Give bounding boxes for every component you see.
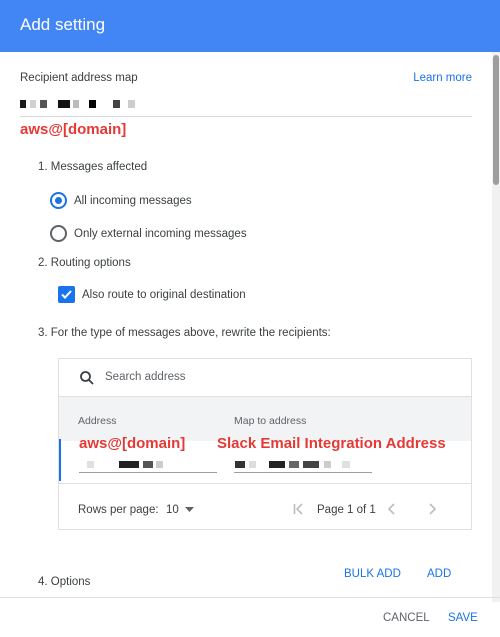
row-divider: [59, 483, 471, 484]
bulk-add-button[interactable]: BULK ADD: [344, 568, 401, 580]
search-icon: [80, 371, 94, 385]
radio-only-external[interactable]: [50, 225, 67, 242]
step-routing-options: 2. Routing options: [38, 257, 131, 269]
checkbox-label-route-original[interactable]: Also route to original destination: [82, 289, 246, 301]
step-options: 4. Options: [38, 576, 91, 588]
rows-per-page-select[interactable]: 10: [166, 502, 196, 518]
footer-divider: [0, 597, 500, 598]
cancel-button[interactable]: CANCEL: [383, 612, 430, 624]
first-page-icon[interactable]: [292, 502, 306, 516]
learn-more-link[interactable]: Learn more: [413, 72, 472, 84]
radio-all-incoming[interactable]: [50, 192, 67, 209]
radio-label-all-incoming[interactable]: All incoming messages: [74, 195, 192, 207]
annotation-address-col: aws@[domain]: [79, 435, 186, 452]
annotation-top: aws@[domain]: [20, 121, 127, 138]
check-icon: [61, 290, 72, 299]
step-messages-affected: 1. Messages affected: [38, 161, 148, 173]
dropdown-arrow-icon: [185, 507, 194, 512]
field-underline: [20, 116, 472, 117]
column-header-address: Address: [78, 415, 117, 427]
scrollbar-thumb[interactable]: [493, 55, 499, 185]
dialog-header: Add setting: [0, 0, 500, 52]
step-rewrite-recipients: 3. For the type of messages above, rewri…: [38, 327, 331, 339]
search-address-input[interactable]: [105, 371, 405, 383]
rows-per-page-label: Rows per page:: [78, 504, 159, 516]
section-title: Recipient address map: [20, 72, 138, 84]
radio-label-only-external[interactable]: Only external incoming messages: [74, 228, 247, 240]
next-page-icon[interactable]: [425, 502, 439, 516]
dialog-title: Add setting: [20, 15, 106, 34]
add-button[interactable]: ADD: [427, 568, 451, 580]
save-button[interactable]: SAVE: [448, 612, 478, 624]
page-info: Page 1 of 1: [317, 504, 376, 516]
row-focus-indicator: [59, 439, 61, 481]
annotation-map-col: Slack Email Integration Address: [217, 435, 446, 452]
checkbox-route-original[interactable]: [58, 286, 75, 303]
table-search-row: [59, 359, 471, 397]
address-map-table: Address Map to address aws@[domain] Slac…: [58, 358, 472, 530]
rows-per-page-value: 10: [166, 504, 179, 516]
previous-page-icon[interactable]: [385, 502, 399, 516]
column-header-map: Map to address: [234, 415, 307, 427]
